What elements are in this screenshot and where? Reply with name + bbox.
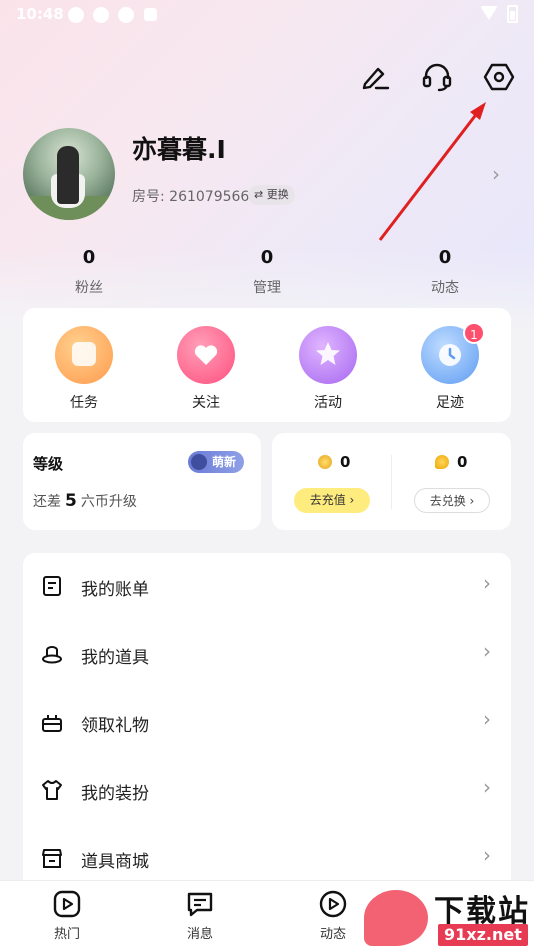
chevron-right-icon: › <box>483 843 491 867</box>
edit-icon[interactable] <box>358 60 392 94</box>
settings-icon[interactable] <box>482 60 516 94</box>
quick-action-label: 足迹 <box>436 395 464 411</box>
quick-actions-card: 任务 关注 活动 1 足迹 <box>23 308 511 422</box>
level-progress-text: 还差 5 六币升级 <box>33 491 137 511</box>
bean-value: 0 <box>457 453 468 471</box>
level-badge: 萌新 <box>188 451 245 473</box>
customer-service-icon[interactable] <box>420 60 454 94</box>
quick-action-follow[interactable]: 关注 <box>166 326 246 412</box>
menu-item-props[interactable]: 我的道具 › <box>23 621 511 689</box>
app-notification-icon <box>118 7 134 23</box>
menu-list: 我的账单 › 我的道具 › 领取礼物 › 我的装扮 › 道具商城 › <box>23 553 511 893</box>
quick-action-label: 任务 <box>70 395 98 411</box>
notification-badge: 1 <box>463 322 485 344</box>
level-desc-suffix: 六币升级 <box>80 494 137 510</box>
heart-plus-icon <box>177 326 235 384</box>
bean-balance: 0 <box>435 453 467 471</box>
nav-hot[interactable]: 热门 <box>27 889 107 942</box>
profile-chevron-right-icon[interactable]: › <box>492 162 500 186</box>
menu-item-outfit[interactable]: 我的装扮 › <box>23 757 511 825</box>
exchange-button[interactable]: 去兑换 › <box>414 488 490 513</box>
stat-value: 0 <box>260 247 274 268</box>
clock-icon: 1 <box>421 322 485 384</box>
wallet-divider <box>391 455 392 509</box>
quick-action-label: 活动 <box>314 395 342 411</box>
stat-admins[interactable]: 0 管理 <box>217 247 317 297</box>
shirt-icon <box>42 780 62 800</box>
watermark-logo <box>364 890 428 946</box>
coin-icon <box>318 455 332 469</box>
watermark: 下载站 91xz.net <box>362 886 534 950</box>
stat-fans[interactable]: 0 粉丝 <box>39 247 139 297</box>
gift-icon <box>42 715 62 732</box>
quick-action-footprint[interactable]: 1 足迹 <box>410 322 490 412</box>
quick-action-label: 关注 <box>192 395 220 411</box>
level-card[interactable]: 等级 萌新 还差 5 六币升级 <box>23 433 261 530</box>
play-circle-icon <box>319 890 347 918</box>
battery-icon <box>507 5 518 23</box>
stat-label: 粉丝 <box>75 280 103 296</box>
room-label: 房号: <box>132 189 170 205</box>
stat-value: 0 <box>438 247 452 268</box>
level-desc-value: 5 <box>65 491 77 511</box>
bean-icon <box>435 455 449 469</box>
nav-feed[interactable]: 动态 <box>293 889 373 942</box>
app-notification-icon <box>93 7 109 23</box>
nav-messages[interactable]: 消息 <box>160 889 240 942</box>
coin-balance: 0 <box>318 453 350 471</box>
message-icon <box>187 892 213 917</box>
quick-action-activity[interactable]: 活动 <box>288 326 368 412</box>
level-title: 等级 <box>33 455 64 473</box>
level-desc-prefix: 还差 <box>33 494 61 510</box>
stat-value: 0 <box>82 247 96 268</box>
menu-item-label: 我的账单 <box>81 580 149 600</box>
hat-icon <box>42 646 62 664</box>
receipt-icon <box>43 576 61 596</box>
app-notification-icon <box>144 8 157 21</box>
stat-posts[interactable]: 0 动态 <box>395 247 495 297</box>
room-id: 261079566 <box>169 189 250 205</box>
chevron-right-icon: › <box>483 571 491 595</box>
shop-icon <box>42 849 62 868</box>
watermark-url: 91xz.net <box>438 924 528 946</box>
chevron-right-icon: › <box>483 775 491 799</box>
chevron-right-icon: › <box>483 639 491 663</box>
quick-action-task[interactable]: 任务 <box>44 326 124 412</box>
status-bar: 10:48 <box>0 0 534 30</box>
nav-label: 动态 <box>319 927 346 942</box>
avatar[interactable] <box>23 128 115 220</box>
nav-label: 消息 <box>186 927 213 942</box>
menu-item-label: 我的道具 <box>81 648 149 668</box>
chevron-right-icon: › <box>483 707 491 731</box>
wallet-card: 0 去充值 › 0 去兑换 › <box>272 433 511 530</box>
menu-item-label: 领取礼物 <box>81 716 149 736</box>
menu-item-bill[interactable]: 我的账单 › <box>23 553 511 621</box>
stat-label: 管理 <box>253 280 281 296</box>
menu-item-gift[interactable]: 领取礼物 › <box>23 689 511 757</box>
coin-value: 0 <box>340 453 351 471</box>
menu-item-label: 道具商城 <box>81 852 149 872</box>
status-time: 10:48 <box>16 5 64 23</box>
play-square-icon <box>53 890 81 918</box>
wifi-icon <box>480 6 498 20</box>
stat-label: 动态 <box>431 280 459 296</box>
app-notification-icon <box>68 7 84 23</box>
nav-label: 热门 <box>53 927 80 942</box>
change-room-button[interactable]: ⇄ 更换 <box>248 185 295 205</box>
menu-item-label: 我的装扮 <box>81 784 149 804</box>
task-icon <box>55 326 113 384</box>
recharge-button[interactable]: 去充值 › <box>294 488 370 513</box>
star-icon <box>299 326 357 384</box>
room-number: 房号: 261079566 <box>132 186 249 206</box>
username: 亦暮暮.I <box>132 135 226 164</box>
